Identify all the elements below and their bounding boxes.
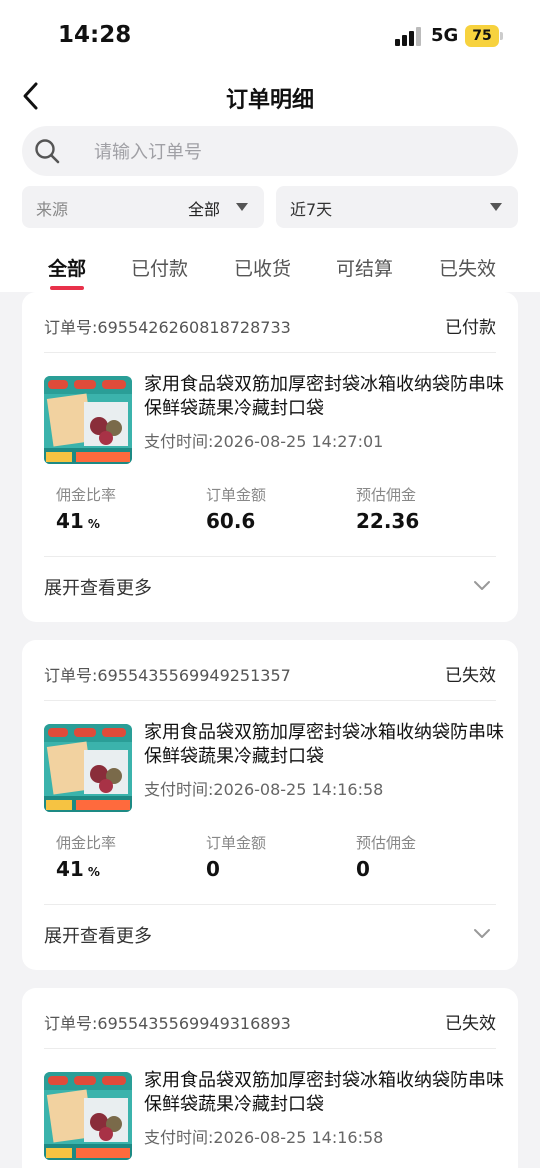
search-input[interactable]: 请输入订单号 (22, 126, 518, 176)
product-name[interactable]: 家用食品袋双筋加厚密封袋冰箱收纳袋防串味保鲜袋蔬果冷藏封口袋 (144, 1069, 504, 1117)
percent-sign: % (87, 517, 100, 531)
divider (44, 1048, 496, 1049)
order-number-label: 订单号: (44, 666, 98, 685)
search-placeholder: 请输入订单号 (94, 142, 202, 163)
percent-sign: % (87, 865, 100, 879)
order-status: 已失效 (445, 666, 496, 686)
source-filter-value: 全部 (187, 200, 220, 219)
date-range-filter[interactable]: 近7天 (276, 186, 518, 228)
metric-label: 佣金比率 (56, 486, 117, 504)
search-icon (34, 138, 60, 164)
metric-value: 60.6 (206, 509, 256, 533)
order-number-row: 订单号:6955435569949251357 (44, 662, 291, 686)
header-area: 14:28 5G 75 订单明细 请输入订单号 来源 全部 近7天 全部 已付款… (0, 0, 540, 292)
commission-rate: 佣金比率 41% (56, 484, 116, 533)
tab-invalid[interactable]: 已失效 (439, 254, 496, 281)
product-thumbnail[interactable] (44, 376, 132, 464)
tab-all[interactable]: 全部 (48, 254, 86, 281)
pay-time: 2026-08-25 14:16:58 (213, 780, 384, 799)
tab-settleable[interactable]: 可结算 (336, 254, 393, 281)
metric-label: 预估佣金 (356, 834, 417, 852)
tab-received[interactable]: 已收货 (234, 254, 291, 281)
order-card: 订单号:6955435569949316893 已失效 家用食品袋双筋加厚密封袋… (22, 988, 518, 1168)
metric-value: 41% (56, 857, 116, 881)
pay-time-label: 支付时间: (144, 432, 214, 451)
metric-label: 订单金额 (206, 486, 267, 504)
product-name[interactable]: 家用食品袋双筋加厚密封袋冰箱收纳袋防串味保鲜袋蔬果冷藏封口袋 (144, 721, 504, 769)
order-number-label: 订单号: (44, 318, 98, 337)
product-thumbnail[interactable] (44, 1072, 132, 1160)
divider (44, 904, 496, 905)
pay-time-label: 支付时间: (144, 1128, 214, 1147)
battery-icon: 75 (465, 25, 499, 47)
metric-label: 佣金比率 (56, 834, 117, 852)
product-name[interactable]: 家用食品袋双筋加厚密封袋冰箱收纳袋防串味保鲜袋蔬果冷藏封口袋 (144, 373, 504, 421)
order-status: 已失效 (445, 1014, 496, 1034)
pay-time: 2026-08-25 14:16:58 (213, 1128, 384, 1147)
nav-bar: 订单明细 (0, 72, 540, 122)
expand-more-link[interactable]: 展开查看更多 (44, 574, 152, 600)
pay-time-row: 支付时间:2026-08-25 14:27:01 (144, 428, 383, 452)
caret-down-icon (236, 203, 248, 211)
status-tabs: 全部 已付款 已收货 可结算 已失效 (0, 244, 540, 292)
caret-down-icon (490, 203, 502, 211)
metric-value: 0 (206, 857, 220, 881)
signal-icon (395, 27, 423, 46)
active-tab-indicator (50, 286, 84, 290)
pay-time-row: 支付时间:2026-08-25 14:16:58 (144, 776, 383, 800)
rate-value: 41 (56, 857, 84, 881)
order-number-row: 订单号:6955435569949316893 (44, 1010, 291, 1034)
page-title: 订单明细 (225, 88, 314, 113)
source-filter[interactable]: 来源 全部 (22, 186, 264, 228)
order-amount: 订单金额 0 (206, 832, 266, 881)
metric-value: 22.36 (356, 509, 420, 533)
chevron-down-icon[interactable] (472, 578, 492, 592)
metric-label: 预估佣金 (356, 486, 417, 504)
date-range-value: 近7天 (290, 200, 333, 219)
order-number: 6955435569949316893 (97, 1014, 291, 1033)
order-number: 6955426260818728733 (97, 318, 291, 337)
metric-value: 0 (356, 857, 370, 881)
order-number-row: 订单号:6955426260818728733 (44, 314, 291, 338)
order-amount: 订单金额 60.6 (206, 484, 266, 533)
rate-value: 41 (56, 509, 84, 533)
expand-more-link[interactable]: 展开查看更多 (44, 922, 152, 948)
pay-time-label: 支付时间: (144, 780, 214, 799)
divider (44, 556, 496, 557)
pay-time-row: 支付时间:2026-08-25 14:16:58 (144, 1124, 383, 1148)
network-type: 5G (431, 25, 459, 46)
chevron-down-icon[interactable] (472, 926, 492, 940)
metric-label: 订单金额 (206, 834, 267, 852)
metric-value: 41% (56, 509, 116, 533)
order-number-label: 订单号: (44, 1014, 98, 1033)
order-card: 订单号:6955435569949251357 已失效 家用食品袋双筋加厚密封袋… (22, 640, 518, 970)
tab-paid[interactable]: 已付款 (131, 254, 188, 281)
order-card: 订单号:6955426260818728733 已付款 家用食品袋双筋加厚密封袋… (22, 292, 518, 622)
order-number: 6955435569949251357 (97, 666, 291, 685)
status-time: 14:28 (58, 22, 132, 48)
product-thumbnail[interactable] (44, 724, 132, 812)
order-status: 已付款 (445, 318, 496, 338)
estimated-commission: 预估佣金 22.36 (356, 484, 419, 533)
battery-tip (500, 32, 503, 40)
status-bar: 14:28 5G 75 (0, 0, 540, 72)
divider (44, 700, 496, 701)
pay-time: 2026-08-25 14:27:01 (213, 432, 384, 451)
source-filter-label: 来源 (36, 200, 69, 219)
estimated-commission: 预估佣金 0 (356, 832, 416, 881)
commission-rate: 佣金比率 41% (56, 832, 116, 881)
divider (44, 352, 496, 353)
